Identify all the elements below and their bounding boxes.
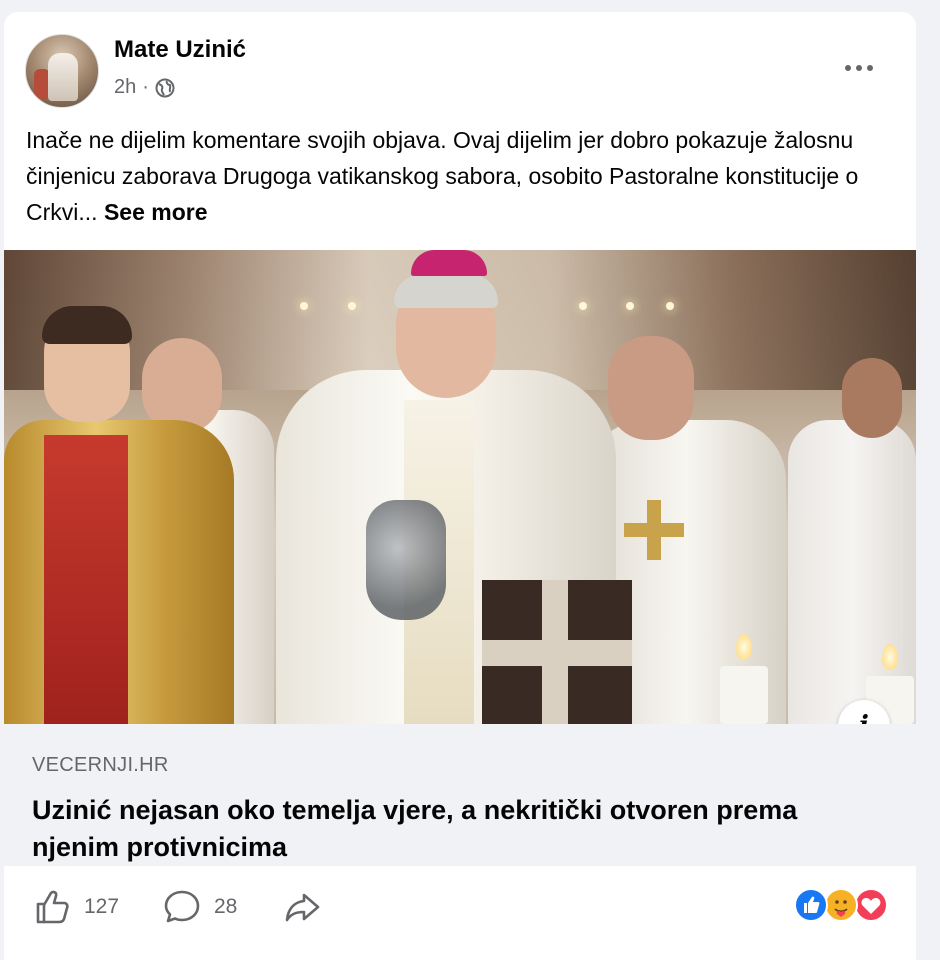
bishop-hair [394,274,498,308]
post-header: Mate Uzinić 2h · [4,12,916,122]
care-reaction-icon [824,888,858,922]
candle-flame [736,634,752,660]
see-more-link[interactable]: See more [104,199,208,225]
candle-light [666,302,674,310]
link-domain: VECERNJI.HR [32,754,169,776]
globe-icon[interactable] [155,78,175,98]
avatar-figure [48,53,78,101]
candle-light [300,302,308,310]
post-time[interactable]: 2h [114,76,136,99]
share-button[interactable] [282,886,322,928]
like-reaction-icon [794,888,828,922]
link-preview[interactable]: VECERNJI.HR Uzinić nejasan oko temelja v… [4,724,916,866]
post-meta: 2h · [114,76,175,99]
candle-light [579,302,587,310]
dot-icon [867,65,873,71]
more-options-button[interactable] [834,52,884,84]
share-icon [285,893,320,922]
red-stole [44,435,128,724]
reaction-summary[interactable] [794,888,894,924]
dot-icon [856,65,862,71]
thurible [366,500,446,620]
post-actions: 127 28 [4,866,916,956]
comment-icon [164,890,200,923]
dot-icon [845,65,851,71]
altar-candle [720,666,768,724]
like-button[interactable]: 127 [32,886,119,928]
comment-button[interactable]: 28 [162,886,237,928]
post-card: Mate Uzinić 2h · Inače ne dijelim koment… [4,12,916,960]
author-avatar[interactable] [25,34,99,108]
altar-server-head [842,358,902,438]
like-count: 127 [84,895,120,918]
post-text: Inače ne dijelim komentare svojih objava… [26,122,896,230]
priest-head [608,336,694,440]
love-reaction-icon [854,888,888,922]
zucchetto-cap [411,250,487,276]
candle-light [348,302,356,310]
gold-cross-emblem [624,500,684,560]
priest-hair [42,306,132,344]
link-title[interactable]: Uzinić nejasan oko temelja vjere, a nekr… [32,792,832,866]
candle-flame [882,644,898,670]
comment-count: 28 [214,895,238,918]
thumbs-up-icon [36,890,69,924]
author-name[interactable]: Mate Uzinić [114,36,246,64]
candle-light [626,302,634,310]
link-preview-image[interactable] [4,250,916,724]
processional-cross [482,580,632,724]
meta-separator: · [142,76,149,98]
